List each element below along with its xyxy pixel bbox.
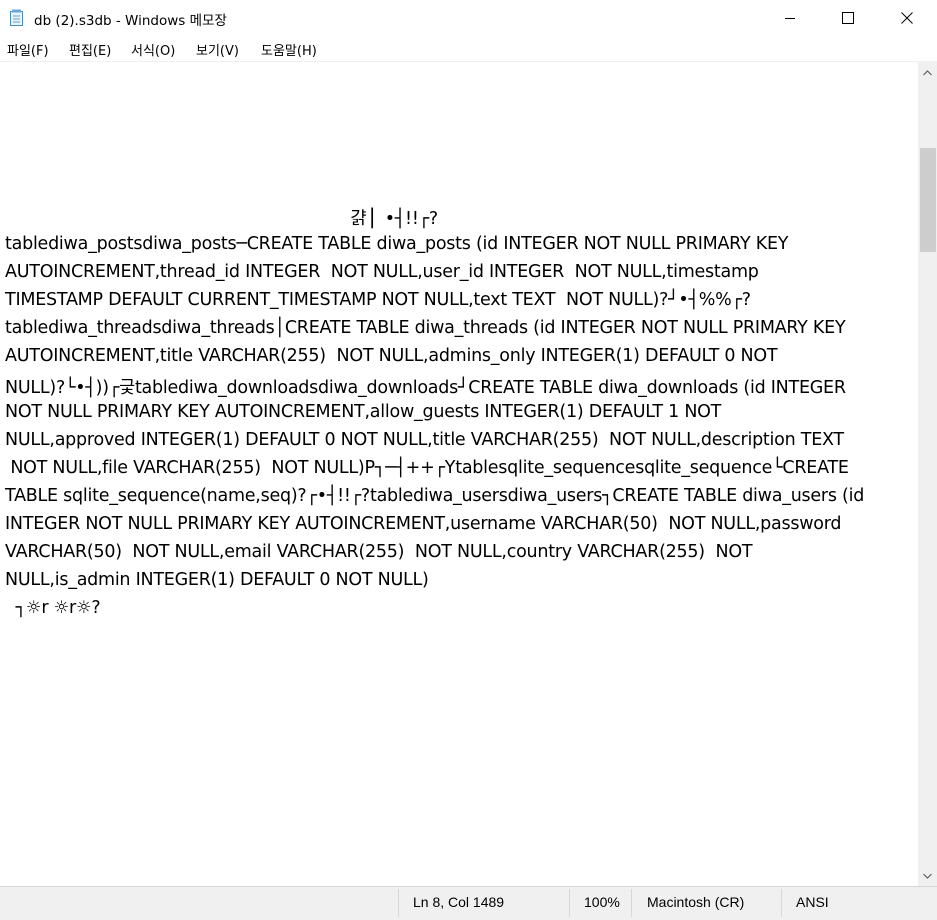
editor-line: NULL,is_admin INTEGER(1) DEFAULT 0 NOT N… [5, 570, 429, 590]
editor-line: 걁 ▏•┤!!┌? [5, 209, 438, 229]
editor-line: VARCHAR(50) NOT NULL,email VARCHAR(255) … [5, 542, 753, 562]
close-icon [901, 12, 913, 24]
editor-line: INTEGER NOT NULL PRIMARY KEY AUTOINCREME… [5, 514, 842, 534]
menu-help[interactable]: 도움말(H) [261, 40, 317, 59]
menu-format[interactable]: 서식(O) [131, 40, 175, 59]
status-divider [631, 889, 632, 917]
editor-line: tablediwa_threadsdiwa_threads│CREATE TAB… [5, 318, 846, 338]
maximize-button[interactable] [825, 0, 871, 36]
status-divider [398, 889, 399, 917]
editor-line: NOT NULL PRIMARY KEY AUTOINCREMENT,allow… [5, 402, 722, 422]
maximize-icon [842, 12, 854, 24]
line-ending: Macintosh (CR) [647, 894, 745, 910]
scroll-up-icon [923, 69, 932, 75]
vertical-scrollbar[interactable] [918, 62, 937, 886]
editor-line: AUTOINCREMENT,thread_id INTEGER NOT NULL… [5, 262, 759, 282]
status-divider [781, 889, 782, 917]
editor-line: ┐☼r ☼r☼? [5, 598, 101, 618]
editor-line: TIMESTAMP DEFAULT CURRENT_TIMESTAMP NOT … [5, 290, 751, 310]
menu-file[interactable]: 파일(F) [7, 40, 49, 59]
editor-line: NOT NULL,file VARCHAR(255) NOT NULL)P┐─┤… [5, 458, 849, 478]
scroll-thumb[interactable] [920, 148, 936, 252]
close-button[interactable] [884, 0, 930, 36]
menu-view[interactable]: 보기(V) [196, 40, 239, 59]
editor-line: NULL,approved INTEGER(1) DEFAULT 0 NOT N… [5, 430, 844, 450]
editor-line: tablediwa_postsdiwa_posts─CREATE TABLE d… [5, 234, 789, 254]
scroll-up-button[interactable] [918, 64, 937, 81]
cursor-position: Ln 8, Col 1489 [413, 894, 505, 910]
text-editor[interactable]: 걁 ▏•┤!!┌? tablediwa_postsdiwa_posts─CREA… [0, 62, 918, 886]
status-bar: Ln 8, Col 1489 100% Macintosh (CR) ANSI [0, 886, 937, 920]
minimize-icon [785, 18, 795, 19]
menu-bar: 파일(F) 편집(E) 서식(O) 보기(V) 도움말(H) [0, 36, 937, 62]
editor-line: AUTOINCREMENT,title VARCHAR(255) NOT NUL… [5, 346, 778, 366]
menu-edit[interactable]: 편집(E) [69, 40, 111, 59]
scroll-down-icon [923, 873, 932, 879]
minimize-button[interactable] [767, 0, 813, 36]
notepad-icon [9, 9, 25, 27]
status-divider [569, 889, 570, 917]
zoom-level: 100% [584, 894, 620, 910]
scroll-down-button[interactable] [918, 867, 937, 884]
title-bar[interactable]: db (2).s3db - Windows 메모장 [0, 0, 937, 36]
encoding: ANSI [796, 894, 829, 910]
window-title: db (2).s3db - Windows 메모장 [34, 13, 227, 29]
editor-line: NULL)?└•┤))┌긏tablediwa_downloadsdiwa_dow… [5, 378, 846, 398]
editor-line: TABLE sqlite_sequence(name,seq)?┌•┤!!┌?t… [5, 486, 865, 506]
